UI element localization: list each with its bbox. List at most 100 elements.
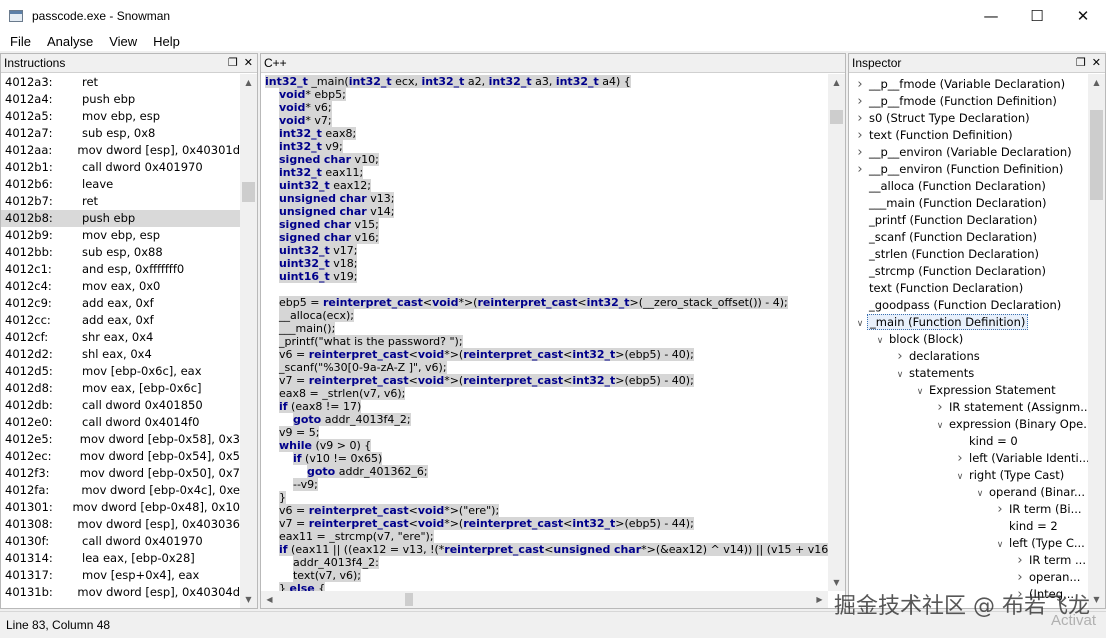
instruction-row[interactable]: 4012d2: shl eax, 0x4 — [1, 346, 240, 363]
instruction-row[interactable]: 401317: mov [esp+0x4], eax — [1, 567, 240, 584]
close-panel-icon[interactable]: ✕ — [244, 56, 253, 69]
code-vscroll[interactable]: ▲ ▼ — [828, 74, 845, 591]
menu-view[interactable]: View — [101, 34, 145, 49]
tree-node[interactable]: › declarations — [853, 348, 1088, 365]
tree-node[interactable]: __alloca (Function Declaration) — [853, 178, 1088, 195]
scroll-down-arrow-icon[interactable]: ▼ — [240, 591, 257, 608]
chevron-right-icon[interactable]: › — [893, 348, 907, 365]
tree-node[interactable]: › __p__fmode (Variable Declaration) — [853, 76, 1088, 93]
scroll-down-arrow-icon[interactable]: ▼ — [1088, 591, 1105, 608]
tree-node[interactable]: _scanf (Function Declaration) — [853, 229, 1088, 246]
scroll-thumb[interactable] — [242, 182, 255, 202]
float-panel-icon[interactable]: ❐ — [1076, 56, 1086, 69]
maximize-button[interactable]: ☐ — [1014, 0, 1060, 31]
scroll-up-arrow-icon[interactable]: ▲ — [1088, 74, 1105, 91]
minimize-button[interactable]: — — [968, 0, 1014, 31]
instruction-row[interactable]: 401308: mov dword [esp], 0x403036 — [1, 516, 240, 533]
instruction-row[interactable]: 4012b1: call dword 0x401970 — [1, 159, 240, 176]
code-hscroll[interactable]: ◀ ▶ — [261, 591, 828, 608]
tree-node[interactable]: ∨ expression (Binary Ope... — [853, 416, 1088, 433]
instruction-row[interactable]: 4012a3: ret — [1, 74, 240, 91]
scroll-left-arrow-icon[interactable]: ◀ — [261, 591, 278, 608]
tree-node[interactable]: ∨ _main (Function Definition) — [853, 314, 1088, 331]
instruction-row[interactable]: 4012ec: mov dword [ebp-0x54], 0x5 — [1, 448, 240, 465]
tree-node[interactable]: _goodpass (Function Declaration) — [853, 297, 1088, 314]
tree-node[interactable]: › IR term (Bi... — [853, 501, 1088, 518]
close-button[interactable]: ✕ — [1060, 0, 1106, 31]
tree-node[interactable]: ∨ block (Block) — [853, 331, 1088, 348]
instruction-row[interactable]: 4012a7: sub esp, 0x8 — [1, 125, 240, 142]
chevron-right-icon[interactable]: › — [953, 450, 967, 467]
instructions-vscroll[interactable]: ▲ ▼ — [240, 74, 257, 608]
scroll-right-arrow-icon[interactable]: ▶ — [811, 591, 828, 608]
tree-node[interactable]: kind = 2 — [853, 518, 1088, 535]
menu-analyse[interactable]: Analyse — [39, 34, 101, 49]
chevron-right-icon[interactable]: › — [1013, 552, 1027, 569]
instruction-row[interactable]: 4012db: call dword 0x401850 — [1, 397, 240, 414]
tree-node[interactable]: ∨ left (Type C... — [853, 535, 1088, 552]
chevron-right-icon[interactable]: › — [853, 93, 867, 110]
instruction-row[interactable]: 4012a4: push ebp — [1, 91, 240, 108]
float-panel-icon[interactable]: ❐ — [228, 56, 238, 69]
tree-node[interactable]: › left (Variable Identi... — [853, 450, 1088, 467]
chevron-right-icon[interactable]: › — [993, 501, 1007, 518]
tree-node[interactable]: › s0 (Struct Type Declaration) — [853, 110, 1088, 127]
tree-node[interactable]: ∨ Expression Statement — [853, 382, 1088, 399]
tree-node[interactable]: _strlen (Function Declaration) — [853, 246, 1088, 263]
instruction-row[interactable]: 4012aa: mov dword [esp], 0x40301d — [1, 142, 240, 159]
instruction-row[interactable]: 4012b7: ret — [1, 193, 240, 210]
instruction-row[interactable]: 40130f: call dword 0x401970 — [1, 533, 240, 550]
tree-node[interactable]: text (Function Declaration) — [853, 280, 1088, 297]
chevron-right-icon[interactable]: › — [853, 127, 867, 144]
instruction-row[interactable]: 4012b8: push ebp — [1, 210, 240, 227]
tree-node[interactable]: › __p__fmode (Function Definition) — [853, 93, 1088, 110]
instruction-row[interactable]: 4012d8: mov eax, [ebp-0x6c] — [1, 380, 240, 397]
chevron-right-icon[interactable]: › — [933, 399, 947, 416]
instruction-row[interactable]: 4012cf: shr eax, 0x4 — [1, 329, 240, 346]
chevron-right-icon[interactable]: › — [853, 144, 867, 161]
instruction-row[interactable]: 40131b: mov dword [esp], 0x40304d — [1, 584, 240, 601]
instruction-row[interactable]: 4012c4: mov eax, 0x0 — [1, 278, 240, 295]
scroll-thumb[interactable] — [405, 593, 413, 606]
instruction-row[interactable]: 4012f3: mov dword [ebp-0x50], 0x7 — [1, 465, 240, 482]
scroll-thumb[interactable] — [1090, 110, 1103, 200]
tree-node[interactable]: ∨ operand (Binar... — [853, 484, 1088, 501]
tree-node[interactable]: › IR statement (Assignm... — [853, 399, 1088, 416]
tree-node[interactable]: › text (Function Definition) — [853, 127, 1088, 144]
instruction-row[interactable]: 4012cc: add eax, 0xf — [1, 312, 240, 329]
tree-node[interactable]: › __p__environ (Function Definition) — [853, 161, 1088, 178]
instruction-row[interactable]: 4012fa: mov dword [ebp-0x4c], 0xe — [1, 482, 240, 499]
chevron-right-icon[interactable]: › — [1013, 569, 1027, 586]
instruction-row[interactable]: 4012a5: mov ebp, esp — [1, 108, 240, 125]
scroll-thumb[interactable] — [830, 110, 843, 124]
menu-file[interactable]: File — [2, 34, 39, 49]
instruction-row[interactable]: 4012e5: mov dword [ebp-0x58], 0x3 — [1, 431, 240, 448]
scroll-up-arrow-icon[interactable]: ▲ — [240, 74, 257, 91]
tree-node[interactable]: _strcmp (Function Declaration) — [853, 263, 1088, 280]
scroll-up-arrow-icon[interactable]: ▲ — [828, 74, 845, 91]
instruction-row[interactable]: 4012c1: and esp, 0xfffffff0 — [1, 261, 240, 278]
tree-node[interactable]: › IR term ... — [853, 552, 1088, 569]
chevron-right-icon[interactable]: › — [853, 110, 867, 127]
tree-node[interactable]: kind = 0 — [853, 433, 1088, 450]
instruction-row[interactable]: 4012b9: mov ebp, esp — [1, 227, 240, 244]
tree-node[interactable]: › __p__environ (Variable Declaration) — [853, 144, 1088, 161]
chevron-right-icon[interactable]: › — [853, 161, 867, 178]
instruction-row[interactable]: 4012e0: call dword 0x4014f0 — [1, 414, 240, 431]
menu-help[interactable]: Help — [145, 34, 188, 49]
instruction-row[interactable]: 4012b6: leave — [1, 176, 240, 193]
tree-node[interactable]: › operan... — [853, 569, 1088, 586]
instruction-row[interactable]: 4012c9: add eax, 0xf — [1, 295, 240, 312]
instruction-row[interactable]: 401301: mov dword [ebp-0x48], 0x10 — [1, 499, 240, 516]
instruction-row[interactable]: 4012bb: sub esp, 0x88 — [1, 244, 240, 261]
code-editor[interactable]: int32_t _main(int32_t ecx, int32_t a2, i… — [261, 74, 828, 591]
tree-node[interactable]: ∨ right (Type Cast) — [853, 467, 1088, 484]
inspector-vscroll[interactable]: ▲ ▼ — [1088, 74, 1105, 608]
chevron-right-icon[interactable]: › — [853, 76, 867, 93]
tree-node[interactable]: ___main (Function Declaration) — [853, 195, 1088, 212]
tree-node[interactable]: _printf (Function Declaration) — [853, 212, 1088, 229]
close-panel-icon[interactable]: ✕ — [1092, 56, 1101, 69]
tree-node[interactable]: ∨ statements — [853, 365, 1088, 382]
instruction-row[interactable]: 4012d5: mov [ebp-0x6c], eax — [1, 363, 240, 380]
instruction-row[interactable]: 401314: lea eax, [ebp-0x28] — [1, 550, 240, 567]
